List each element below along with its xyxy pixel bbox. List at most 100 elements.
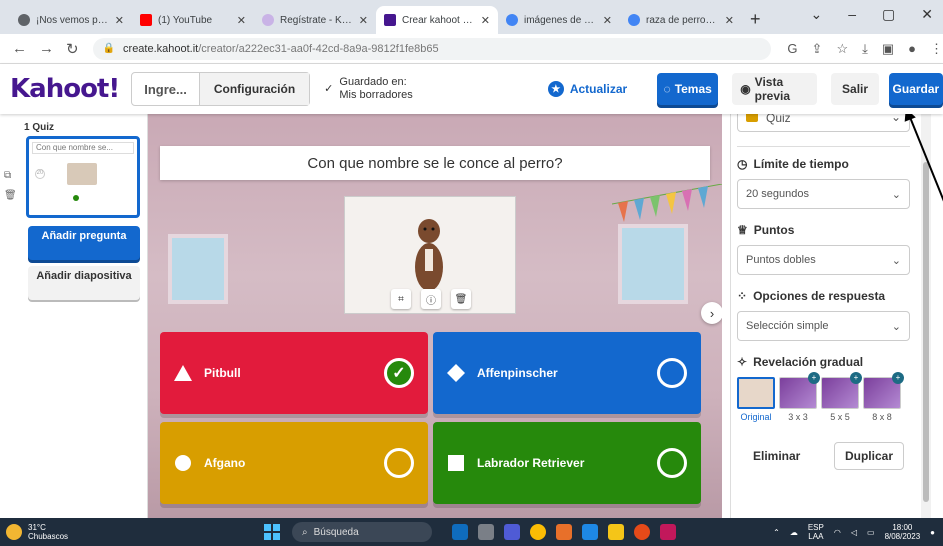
correct-toggle[interactable] <box>657 448 687 478</box>
answer-1[interactable]: Pitbull ✓ <box>160 332 428 414</box>
chrome-icon[interactable] <box>530 524 547 540</box>
reveal-original[interactable] <box>737 377 775 409</box>
kahoot-title[interactable]: Ingre... <box>132 82 199 97</box>
close-tab-icon[interactable]: ✕ <box>725 14 734 27</box>
title-settings-box[interactable]: Ingre... Configuración <box>131 72 311 106</box>
tab-search-icon[interactable]: ⌄ <box>811 6 823 23</box>
search-icon: ⌕ <box>302 526 308 538</box>
wifi-icon[interactable]: ◠ <box>834 528 841 537</box>
app-icon[interactable] <box>582 524 599 540</box>
correct-toggle[interactable] <box>657 358 687 388</box>
upgrade-button[interactable]: ★ Actualizar <box>547 81 627 97</box>
weather-icon <box>6 524 22 540</box>
app-icon[interactable] <box>452 524 469 540</box>
close-tab-icon[interactable]: ✕ <box>603 14 612 27</box>
themes-button[interactable]: ◌ Temas <box>657 73 719 105</box>
reload-icon[interactable]: ↻ <box>66 40 79 58</box>
clock[interactable]: 18:00 8/08/2023 <box>885 523 921 541</box>
windows-start-icon[interactable] <box>264 524 281 540</box>
app-icon[interactable] <box>556 524 573 540</box>
app-icon[interactable] <box>634 524 651 540</box>
chevron-up-icon[interactable]: ⌃ <box>773 528 780 537</box>
close-tab-icon[interactable]: ✕ <box>115 14 124 27</box>
browser-tab[interactable]: imágenes de perro✕ <box>498 6 620 34</box>
reveal-3x3[interactable]: + <box>779 372 820 409</box>
star-icon: ★ <box>547 81 564 97</box>
duplicate-button[interactable]: Duplicar <box>833 442 904 470</box>
url-field[interactable]: 🔒 create.kahoot.it/creator/a222ec31-aa0f… <box>92 37 772 60</box>
chevron-down-icon: ⌄ <box>891 254 901 267</box>
browser-tab-active[interactable]: Crear kahoot - Kah✕ <box>376 6 498 34</box>
duplicate-icon[interactable]: ⧉ <box>4 170 11 181</box>
answer-2[interactable]: Affenpinscher <box>433 332 701 414</box>
chevron-right-icon[interactable]: › <box>701 302 722 324</box>
correct-toggle[interactable]: ✓ <box>384 358 414 388</box>
background-window <box>168 234 228 304</box>
youtube-icon <box>140 14 152 26</box>
add-question-button[interactable]: Añadir pregunta <box>28 226 140 260</box>
download-icon[interactable]: ⤓ <box>862 41 868 57</box>
exit-button[interactable]: Salir <box>831 73 879 105</box>
share-icon[interactable]: ⇪ <box>812 41 823 57</box>
maximize-icon[interactable]: ▢ <box>882 6 895 23</box>
answer-text[interactable]: Labrador Retriever <box>477 456 657 470</box>
browser-tab[interactable]: Regístrate - Kahoot✕ <box>254 6 376 34</box>
close-window-icon[interactable]: ✕ <box>921 6 933 23</box>
back-icon[interactable]: ← <box>12 40 27 57</box>
volume-icon[interactable]: ◁ <box>851 528 857 537</box>
add-slide-button[interactable]: Añadir diapositiva <box>28 266 140 300</box>
notification-icon[interactable]: ● <box>930 528 935 537</box>
star-icon[interactable]: ☆ <box>836 41 848 57</box>
time-limit-select[interactable]: 20 segundos ⌄ <box>737 179 910 209</box>
browser-tab[interactable]: ¡Nos vemos pronto✕ <box>10 6 132 34</box>
clock-icon: ◷ <box>737 157 748 171</box>
new-tab-button[interactable]: + <box>750 6 761 34</box>
minimize-icon[interactable]: – <box>848 6 856 23</box>
app-icon[interactable] <box>660 524 677 540</box>
browser-tab[interactable]: (1) YouTube ✕ <box>132 6 254 34</box>
profile-icon[interactable]: ● <box>908 41 916 57</box>
menu-icon[interactable]: ⋮ <box>930 41 943 57</box>
google-lens-icon[interactable]: G <box>787 41 797 57</box>
question-field[interactable]: Con que nombre se le conce al perro? <box>160 146 710 180</box>
kahoot-logo[interactable]: Kahoot! <box>10 74 120 104</box>
close-tab-icon[interactable]: ✕ <box>359 14 368 27</box>
close-tab-icon[interactable]: ✕ <box>237 14 246 27</box>
premium-plus-icon: + <box>808 372 820 384</box>
slide-thumbnail[interactable]: Con que nombre se... 20 <box>26 136 140 218</box>
taskbar-search[interactable]: ⌕ Búsqueda <box>292 522 433 542</box>
delete-button[interactable]: Eliminar <box>743 442 810 470</box>
answer-text[interactable]: Afgano <box>204 456 384 470</box>
correct-toggle[interactable] <box>384 448 414 478</box>
cloud-icon[interactable]: ☁ <box>790 528 798 537</box>
sidepanel-icon[interactable]: ▣ <box>882 41 894 57</box>
reveal-5x5[interactable]: + <box>821 372 862 409</box>
answer-text[interactable]: Affenpinscher <box>477 366 657 380</box>
window-controls: ⌄ – ▢ ✕ <box>811 6 934 23</box>
forward-icon[interactable]: → <box>39 40 54 57</box>
trash-icon[interactable]: 🗑 <box>4 190 17 201</box>
info-icon[interactable]: ⓘ <box>421 289 441 309</box>
weather-widget[interactable]: 31°C Chubascos <box>6 523 68 541</box>
question-image[interactable]: ⌗ ⓘ 🗑 <box>344 196 516 314</box>
save-button[interactable]: Guardar <box>888 73 943 105</box>
preview-button[interactable]: ◉ Vista previa <box>732 73 818 105</box>
battery-icon[interactable]: ▭ <box>867 528 875 537</box>
browser-tab[interactable]: raza de perros - Bu✕ <box>620 6 742 34</box>
close-tab-icon[interactable]: ✕ <box>481 14 490 27</box>
app-icon[interactable] <box>504 524 521 540</box>
reveal-8x8[interactable]: + <box>863 372 904 409</box>
answer-3[interactable]: Afgano <box>160 422 428 504</box>
trash-icon[interactable]: 🗑 <box>451 289 471 309</box>
points-select[interactable]: Puntos dobles ⌄ <box>737 245 910 275</box>
answer-options-select[interactable]: Selección simple ⌄ <box>737 311 910 341</box>
taskbar: 31°C Chubascos ⌕ Búsqueda ⌃ ☁ ESP LAA ◠ ◁ ▭… <box>0 518 943 546</box>
answer-text[interactable]: Pitbull <box>204 366 384 380</box>
crop-icon[interactable]: ⌗ <box>391 289 411 309</box>
language-indicator[interactable]: ESP LAA <box>808 523 824 541</box>
app-icon[interactable] <box>478 524 495 540</box>
answer-4[interactable]: Labrador Retriever <box>433 422 701 504</box>
settings-button[interactable]: Configuración <box>198 73 310 105</box>
folder-icon[interactable] <box>608 524 625 540</box>
scrollbar-thumb[interactable] <box>923 162 929 502</box>
